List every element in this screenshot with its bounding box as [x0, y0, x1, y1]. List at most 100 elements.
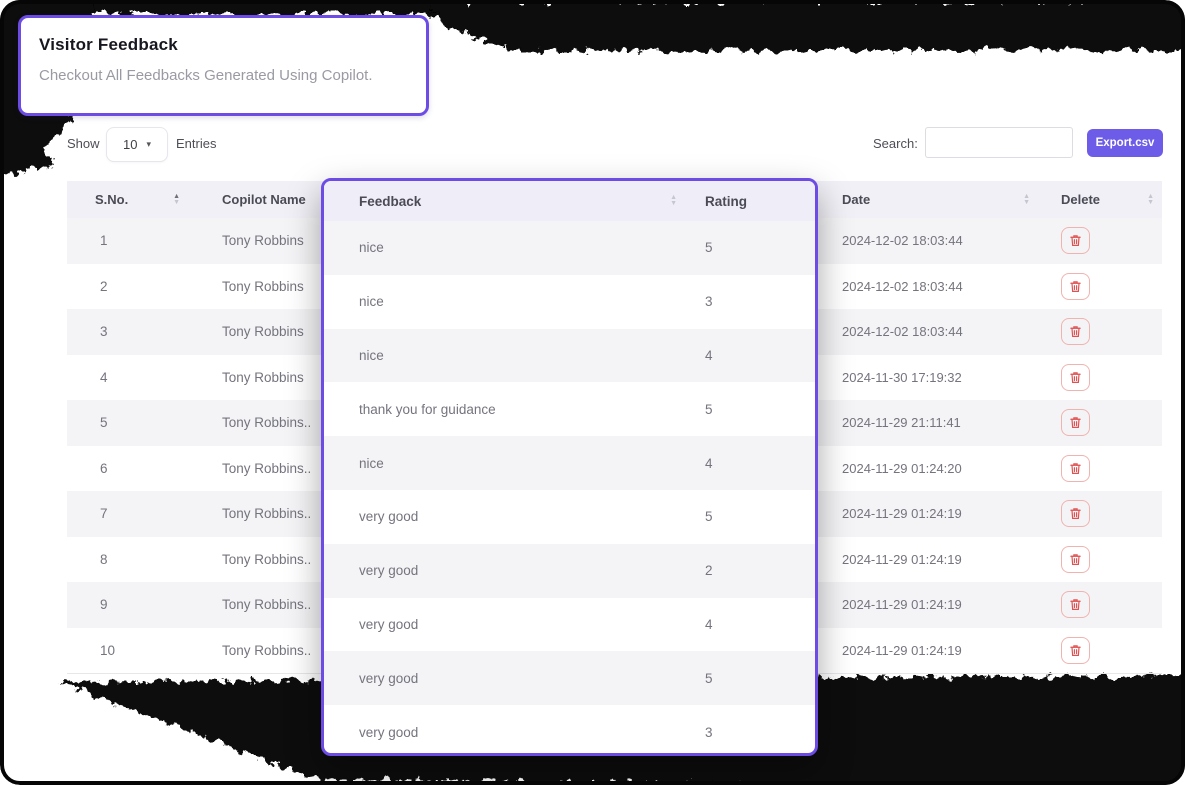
delete-button[interactable]	[1061, 455, 1090, 482]
spotlight-row: nice 3	[324, 275, 815, 329]
trash-icon	[1069, 234, 1082, 247]
cell-rating: 5	[705, 402, 713, 417]
cell-date: 2024-11-29 01:24:19	[842, 506, 962, 521]
trash-icon	[1069, 598, 1082, 611]
trash-icon	[1069, 462, 1082, 475]
cell-rating: 2	[705, 563, 713, 578]
delete-button[interactable]	[1061, 409, 1090, 436]
delete-button[interactable]	[1061, 500, 1090, 527]
page-size-value: 10	[123, 137, 137, 152]
cell-copilot-name: Tony Robbins..	[222, 597, 311, 612]
trash-icon	[1069, 280, 1082, 293]
cell-sno: 6	[100, 461, 108, 476]
cell-copilot-name: Tony Robbins	[222, 279, 304, 294]
table-controls: Show 10 ▾ Entries Search: Export.csv	[0, 126, 1185, 162]
feedback-callout: Visitor Feedback Checkout All Feedbacks …	[18, 15, 429, 116]
cell-date: 2024-11-29 01:24:20	[842, 461, 962, 476]
cell-rating: 5	[705, 240, 713, 255]
cell-rating: 5	[705, 671, 713, 686]
cell-rating: 4	[705, 617, 713, 632]
cell-feedback: nice	[359, 456, 384, 471]
cell-sno: 8	[100, 552, 108, 567]
cell-feedback: nice	[359, 294, 384, 309]
app-canvas: Visitor Feedback Checkout All Feedbacks …	[0, 0, 1185, 785]
spotlight-row: thank you for guidance 5	[324, 382, 815, 436]
cell-date: 2024-11-30 17:19:32	[842, 370, 962, 385]
spotlight-panel: Feedback ▲▼ Rating nice 5 nice 3 nice 4 …	[321, 178, 818, 756]
search-input[interactable]	[925, 127, 1073, 158]
cell-rating: 4	[705, 456, 713, 471]
spotlight-body: nice 5 nice 3 nice 4 thank you for guida…	[324, 221, 815, 756]
cell-feedback: very good	[359, 617, 418, 632]
header-delete[interactable]: Delete ▲▼	[1040, 192, 1162, 207]
spotlight-row: very good 5	[324, 651, 815, 705]
cell-feedback: very good	[359, 509, 418, 524]
cell-date: 2024-11-29 01:24:19	[842, 597, 962, 612]
cell-sno: 9	[100, 597, 108, 612]
caret-down-icon: ▾	[146, 139, 151, 150]
cell-feedback: very good	[359, 563, 418, 578]
search-label: Search:	[873, 136, 918, 151]
cell-sno: 1	[100, 233, 108, 248]
sort-arrows-icon: ▲▼	[1023, 194, 1030, 206]
cell-sno: 3	[100, 324, 108, 339]
spotlight-row: very good 2	[324, 544, 815, 598]
trash-icon	[1069, 371, 1082, 384]
trash-icon	[1069, 325, 1082, 338]
trash-icon	[1069, 416, 1082, 429]
cell-feedback: very good	[359, 671, 418, 686]
callout-subtitle: Checkout All Feedbacks Generated Using C…	[39, 67, 426, 84]
cell-copilot-name: Tony Robbins	[222, 233, 304, 248]
delete-button[interactable]	[1061, 318, 1090, 345]
cell-copilot-name: Tony Robbins	[222, 370, 304, 385]
cell-feedback: thank you for guidance	[359, 402, 496, 417]
cell-date: 2024-12-02 18:03:44	[842, 279, 963, 294]
cell-rating: 4	[705, 348, 713, 363]
trash-icon	[1069, 507, 1082, 520]
header-date[interactable]: Date ▲▼	[831, 192, 1040, 207]
header-feedback[interactable]: Feedback ▲▼	[324, 194, 695, 209]
cell-copilot-name: Tony Robbins..	[222, 643, 311, 658]
cell-date: 2024-11-29 21:11:41	[842, 415, 961, 430]
cell-copilot-name: Tony Robbins	[222, 324, 304, 339]
delete-button[interactable]	[1061, 273, 1090, 300]
cell-feedback: very good	[359, 725, 418, 740]
entries-label: Entries	[176, 136, 216, 151]
trash-icon	[1069, 644, 1082, 657]
spotlight-header-row: Feedback ▲▼ Rating	[324, 181, 815, 221]
cell-copilot-name: Tony Robbins..	[222, 506, 311, 521]
cell-copilot-name: Tony Robbins..	[222, 415, 311, 430]
spotlight-row: nice 4	[324, 436, 815, 490]
spotlight-row: very good 5	[324, 490, 815, 544]
show-label: Show	[67, 136, 100, 151]
cell-sno: 5	[100, 415, 108, 430]
delete-button[interactable]	[1061, 591, 1090, 618]
cell-sno: 2	[100, 279, 108, 294]
cell-copilot-name: Tony Robbins..	[222, 552, 311, 567]
trash-icon	[1069, 553, 1082, 566]
export-csv-button[interactable]: Export.csv	[1087, 129, 1163, 157]
cell-rating: 3	[705, 294, 713, 309]
spotlight-row: nice 5	[324, 221, 815, 275]
spotlight-row: nice 4	[324, 329, 815, 383]
sort-arrows-icon: ▲▼	[1147, 194, 1154, 206]
cell-date: 2024-11-29 01:24:19	[842, 552, 962, 567]
cell-sno: 4	[100, 370, 108, 385]
spotlight-row: very good 4	[324, 598, 815, 652]
cell-date: 2024-12-02 18:03:44	[842, 324, 963, 339]
header-sno[interactable]: S.No. ▲▼	[67, 192, 200, 207]
delete-button[interactable]	[1061, 637, 1090, 664]
cell-sno: 10	[100, 643, 115, 658]
sort-arrows-icon: ▲▼	[173, 194, 180, 206]
delete-button[interactable]	[1061, 546, 1090, 573]
delete-button[interactable]	[1061, 364, 1090, 391]
delete-button[interactable]	[1061, 227, 1090, 254]
spotlight-row: very good 3	[324, 705, 815, 756]
cell-copilot-name: Tony Robbins..	[222, 461, 311, 476]
cell-feedback: nice	[359, 348, 384, 363]
cell-date: 2024-12-02 18:03:44	[842, 233, 963, 248]
header-rating[interactable]: Rating	[695, 194, 815, 209]
cell-feedback: nice	[359, 240, 384, 255]
page-size-select[interactable]: 10 ▾	[106, 127, 168, 162]
cell-rating: 5	[705, 509, 713, 524]
